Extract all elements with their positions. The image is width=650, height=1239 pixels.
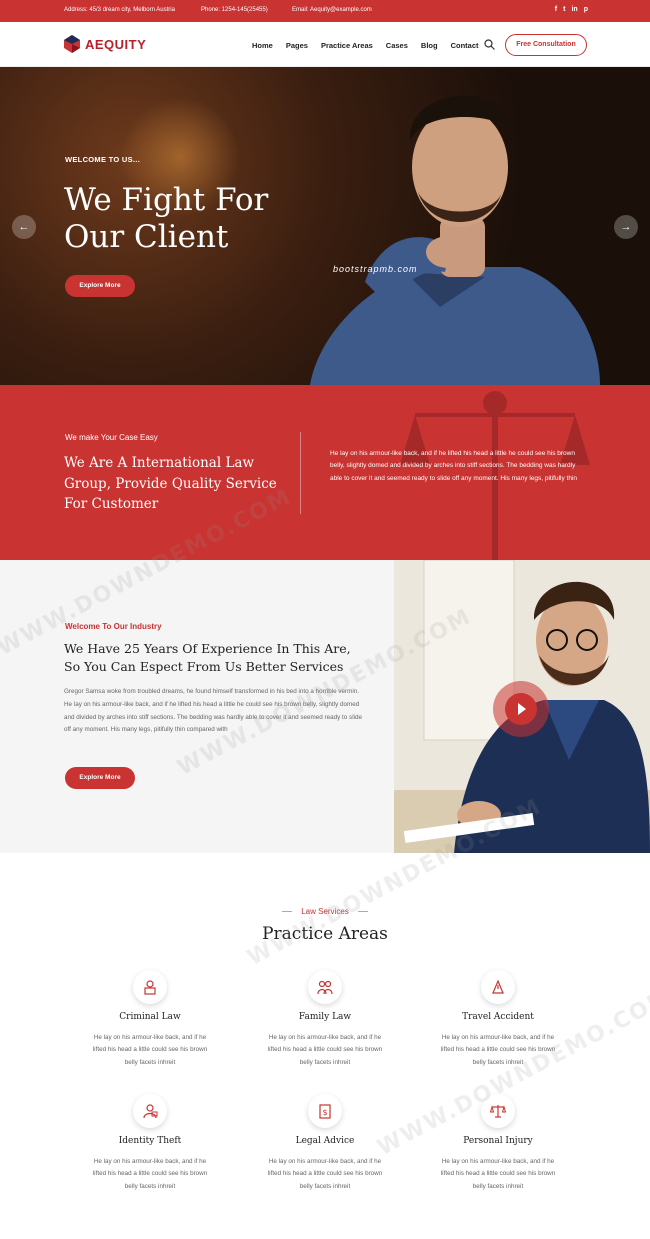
search-icon[interactable] bbox=[484, 39, 495, 50]
practice-kicker-text: Law Services bbox=[301, 907, 349, 916]
kicker-dash-left bbox=[282, 911, 293, 913]
practice-kicker: Law Services bbox=[0, 907, 650, 916]
top-bar: Address: 45/3 dream city, Melborn Austri… bbox=[0, 0, 650, 22]
arrow-left-icon[interactable]: ← bbox=[12, 215, 36, 239]
band-text: He lay on his armour-like back, and if h… bbox=[330, 450, 578, 482]
nav-item-blog[interactable]: Blog bbox=[421, 41, 438, 50]
practice-name: Criminal Law bbox=[119, 1012, 181, 1022]
kicker-dash-right bbox=[357, 911, 368, 913]
email-text[interactable]: Email: Aequity@example.com bbox=[292, 7, 372, 13]
injury-icon bbox=[481, 1094, 515, 1128]
practice-desc: He lay on his armour-like back, and if h… bbox=[267, 1034, 383, 1066]
welcome-title: We Have 25 Years Of Experience In This A… bbox=[64, 641, 351, 674]
practice-desc: He lay on his armour-like back, and if h… bbox=[267, 1158, 383, 1190]
watermark-text: bootstrapmb.com bbox=[333, 264, 418, 274]
nav-item-practice-areas[interactable]: Practice Areas bbox=[321, 41, 373, 50]
nav-item-cases[interactable]: Cases bbox=[386, 41, 408, 50]
practice-desc: He lay on his armour-like back, and if h… bbox=[92, 1034, 208, 1066]
welcome-text: Gregor Samsa woke from troubled dreams, … bbox=[64, 688, 362, 734]
practice-desc: He lay on his armour-like back, and if h… bbox=[440, 1034, 556, 1066]
practice-name: Identity Theft bbox=[118, 1136, 182, 1146]
hero-kicker: WELCOME TO US... bbox=[65, 155, 141, 164]
nav-item-pages[interactable]: Pages bbox=[286, 41, 308, 50]
facebook-icon[interactable]: f bbox=[555, 6, 557, 13]
nav-item-contact[interactable]: Contact bbox=[451, 41, 479, 50]
brand-name: AEQUITY bbox=[85, 36, 147, 52]
social-links: f t in p bbox=[555, 6, 588, 13]
logo-icon bbox=[64, 35, 80, 53]
play-video-button[interactable] bbox=[493, 681, 549, 737]
legal-icon: $ bbox=[308, 1094, 342, 1128]
pinterest-icon[interactable]: p bbox=[584, 6, 588, 13]
welcome-explore-button[interactable]: Explore More bbox=[65, 767, 135, 789]
main-nav: AEQUITY Home Pages Practice Areas Cases … bbox=[0, 22, 650, 67]
hero-slider: WELCOME TO US... We Fight For Our Client… bbox=[0, 67, 650, 385]
svg-text:$: $ bbox=[322, 1108, 327, 1117]
hero-title: We Fight For Our Client bbox=[64, 182, 269, 255]
welcome-section: Welcome To Our Industry We Have 25 Years… bbox=[0, 560, 394, 853]
practice-desc: He lay on his armour-like back, and if h… bbox=[440, 1158, 556, 1190]
nav-item-home[interactable]: Home bbox=[252, 41, 273, 50]
free-consultation-button[interactable]: Free Consultation bbox=[505, 34, 587, 56]
criminal-icon bbox=[133, 970, 167, 1004]
address-text: Address: 45/3 dream city, Melborn Austri… bbox=[64, 7, 175, 13]
play-icon bbox=[505, 693, 537, 725]
linkedin-icon[interactable]: in bbox=[571, 6, 577, 13]
practice-name: Legal Advice bbox=[295, 1136, 355, 1146]
hero-explore-button[interactable]: Explore More bbox=[65, 275, 135, 297]
nav-menu: Home Pages Practice Areas Cases Blog Con… bbox=[252, 41, 479, 50]
phone-text: Phone: 1254-145(25455) bbox=[201, 7, 268, 13]
welcome-kicker: Welcome To Our Industry bbox=[65, 622, 162, 631]
band-divider bbox=[300, 432, 301, 514]
intro-band: We make Your Case Easy We Are A Internat… bbox=[0, 385, 650, 560]
practice-name: Travel Accident bbox=[462, 1012, 534, 1022]
arrow-right-icon[interactable]: → bbox=[614, 215, 638, 239]
twitter-icon[interactable]: t bbox=[563, 6, 565, 13]
practice-name: Personal Injury bbox=[463, 1136, 533, 1146]
watermark-4: WWW.DOWNDEMO.COM bbox=[373, 984, 650, 1161]
practice-title: Practice Areas bbox=[262, 924, 388, 944]
band-kicker: We make Your Case Easy bbox=[65, 433, 158, 442]
band-title: We Are A International Law Group, Provid… bbox=[64, 455, 277, 512]
travel-icon bbox=[481, 970, 515, 1004]
family-icon bbox=[308, 970, 342, 1004]
practice-desc: He lay on his armour-like back, and if h… bbox=[92, 1158, 208, 1190]
practice-name: Family Law bbox=[298, 1012, 352, 1022]
brand-logo[interactable]: AEQUITY bbox=[64, 35, 146, 53]
identity-icon bbox=[133, 1094, 167, 1128]
